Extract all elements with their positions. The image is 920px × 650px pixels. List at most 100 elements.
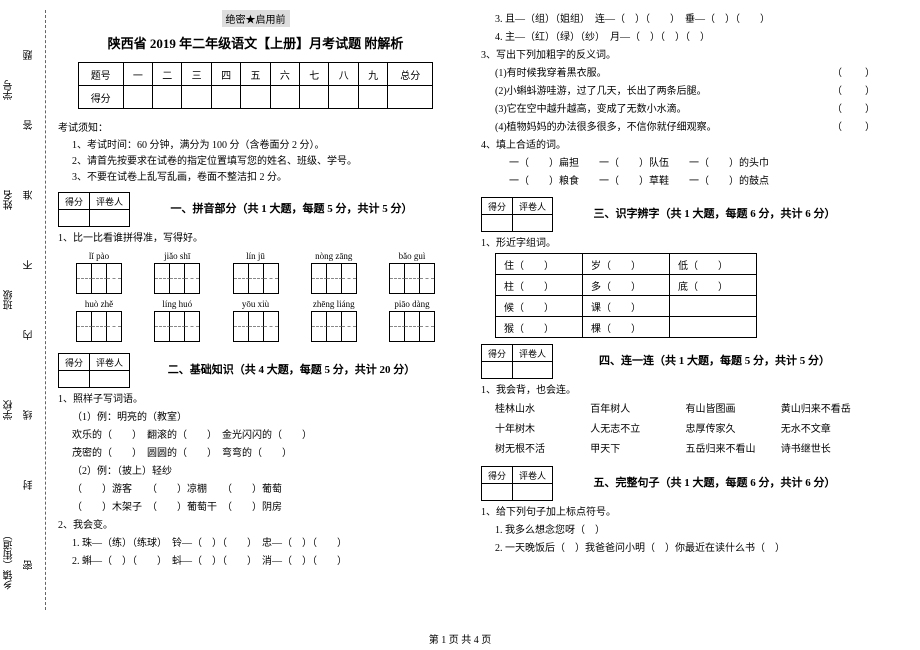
tian-grid xyxy=(233,311,279,342)
pinyin: nòng zāng xyxy=(315,251,352,261)
score-table: 题号 一 二 三 四 五 六 七 八 九 总分 得分 xyxy=(78,62,434,109)
pinyin: lín jū xyxy=(246,251,265,261)
score-label: 得分 xyxy=(59,354,90,371)
match-item: 桂林山水 xyxy=(495,400,590,420)
fill-line: 2. 一天晚饭后（ ）我爸爸问小明（ ）你最近在读什么书（ ） xyxy=(481,540,876,557)
pinyin-row: huò zhě líng huó yōu xiù zhēng liáng piā… xyxy=(76,299,435,343)
question-stem: 3、写出下列加粗字的反义词。 xyxy=(481,47,876,64)
example-line: （2）例：（披上）轻纱 xyxy=(58,463,453,480)
seal-char: 答 xyxy=(22,120,37,130)
fill-line: 欢乐的（ ） 翻滚的（ ） 金光闪闪的（ ） xyxy=(58,427,453,444)
marker-label: 评卷人 xyxy=(90,193,130,210)
score-label: 得分 xyxy=(482,467,513,484)
tian-grid xyxy=(76,311,122,342)
sentence-text: (1)有时候我穿着黑衣服。 xyxy=(495,68,607,79)
example-line: （1）例：明亮的（教室） xyxy=(58,409,453,426)
sentence-line: (2)小蝌蚪游哇游，过了几天，长出了两条后腿。 （ ） xyxy=(481,83,876,100)
pinyin: huò zhě xyxy=(85,299,113,309)
sentence-line: (4)植物妈妈的办法很多很多，不信你就仔细观察。（ ） xyxy=(481,119,876,136)
tian-grid xyxy=(154,263,200,294)
fill-line: 3. 且—（组）（姐组） 连—（ ）（ ） 垂—（ ）（ ） xyxy=(481,11,876,28)
sentence-text: (2)小蝌蚪游哇游，过了几天，长出了两条后腿。 xyxy=(495,86,707,97)
side-label-name: 姓名 xyxy=(2,190,17,210)
match-item: 人无志不立 xyxy=(590,420,685,440)
zi-cell: 柱（ ） xyxy=(496,275,583,296)
match-item: 黄山归来不看岳 xyxy=(781,400,876,420)
part2-title: 二、基础知识（共 4 大题，每题 5 分，共计 20 分） xyxy=(130,361,453,377)
blank-paren: （ ） xyxy=(832,83,876,100)
match-item: 有山皆图画 xyxy=(686,400,781,420)
score-head: 题号 xyxy=(78,63,123,86)
zi-cell xyxy=(670,296,757,317)
score-head: 九 xyxy=(358,63,387,86)
marker-label: 评卷人 xyxy=(513,198,553,215)
marker-box: 得分评卷人 xyxy=(58,353,130,388)
fill-line: 一（ ）扁担 一（ ）队伍 一（ ）的头巾 xyxy=(481,155,876,172)
score-head: 六 xyxy=(270,63,299,86)
part1-title: 一、拼音部分（共 1 大题，每题 5 分，共计 5 分） xyxy=(130,200,453,216)
match-item: 五岳归来不看山 xyxy=(686,440,781,460)
notice-line: 3、不要在试卷上乱写乱画，卷面不整洁扣 2 分。 xyxy=(72,170,453,186)
part4-title: 四、连一连（共 1 大题，每题 5 分，共计 5 分） xyxy=(553,352,876,368)
seal-char: 准 xyxy=(22,190,37,200)
left-column: 绝密★启用前 陕西省 2019 年二年级语文【上册】月考试题 附解析 题号 一 … xyxy=(30,10,467,625)
right-column: 3. 且—（组）（姐组） 连—（ ）（ ） 垂—（ ）（ ） 4. 主—（红）（… xyxy=(467,10,890,625)
sentence-line: (1)有时候我穿着黑衣服。 （ ） xyxy=(481,65,876,82)
seal-char: 不 xyxy=(22,260,37,270)
question-stem: 1、形近字组词。 xyxy=(481,235,876,252)
sentence-line: (3)它在空中越升越高，变成了无数小水滴。（ ） xyxy=(481,101,876,118)
match-item: 十年树木 xyxy=(495,420,590,440)
zi-cell: 课（ ） xyxy=(583,296,670,317)
marker-box: 得分评卷人 xyxy=(481,197,553,232)
seal-char: 内 xyxy=(22,330,37,340)
tian-grid xyxy=(389,263,435,294)
seal-char: 密 xyxy=(22,560,37,570)
zi-cell: 候（ ） xyxy=(496,296,583,317)
zi-cell: 住（ ） xyxy=(496,254,583,275)
score-label: 得分 xyxy=(59,193,90,210)
side-label-id: 学号 xyxy=(2,80,17,100)
score-label: 得分 xyxy=(482,345,513,362)
score-head: 五 xyxy=(241,63,270,86)
fill-line: 1. 珠—（练）（练球） 铃—（ ）（ ） 忠—（ ）（ ） xyxy=(58,535,453,552)
blank-paren: （ ） xyxy=(832,65,876,82)
zi-cell: 岁（ ） xyxy=(583,254,670,275)
notice-line: 2、请首先按要求在试卷的指定位置填写您的姓名、班级、学号。 xyxy=(72,154,453,170)
side-label-school: 学校 xyxy=(2,400,17,420)
question-stem: 1、给下列句子加上标点符号。 xyxy=(481,504,876,521)
zi-cell: 猴（ ） xyxy=(496,317,583,338)
seal-char: 题 xyxy=(22,50,37,60)
zi-cell: 多（ ） xyxy=(583,275,670,296)
fill-line: 1. 我多么想念您呀（ ） xyxy=(481,522,876,539)
pinyin: piāo dàng xyxy=(394,299,429,309)
score-head: 八 xyxy=(329,63,358,86)
match-item: 甲天下 xyxy=(590,440,685,460)
page-footer: 第 1 页 共 4 页 xyxy=(0,631,920,646)
fill-line: 一（ ）粮食 一（ ）草鞋 一（ ）的鼓点 xyxy=(481,173,876,190)
marker-label: 评卷人 xyxy=(513,467,553,484)
match-item: 无水不文章 xyxy=(781,420,876,440)
zi-cell xyxy=(670,317,757,338)
tian-grid xyxy=(154,311,200,342)
zi-cell: 底（ ） xyxy=(670,275,757,296)
match-item: 百年树人 xyxy=(590,400,685,420)
tian-grid xyxy=(389,311,435,342)
match-item: 忠厚传家久 xyxy=(686,420,781,440)
marker-label: 评卷人 xyxy=(90,354,130,371)
part5-title: 五、完整句子（共 1 大题，每题 6 分，共计 6 分） xyxy=(553,474,876,490)
score-head: 四 xyxy=(211,63,240,86)
side-label-township: 乡镇（街道） xyxy=(2,530,17,590)
pinyin: zhēng liáng xyxy=(313,299,355,309)
pinyin: líng huó xyxy=(162,299,192,309)
fill-line: 茂密的（ ） 圆圆的（ ） 弯弯的（ ） xyxy=(58,445,453,462)
exam-title: 陕西省 2019 年二年级语文【上册】月考试题 附解析 xyxy=(58,33,453,52)
fill-line: 2. 蝌—（ ）（ ） 蚪—（ ）（ ） 消—（ ）（ ） xyxy=(58,553,453,570)
question-stem: 1、比一比看谁拼得准，写得好。 xyxy=(58,230,453,247)
seal-char: 封 xyxy=(22,480,37,490)
zi-table: 住（ ）岁（ ）低（ ） 柱（ ）多（ ）底（ ） 候（ ）课（ ） 猴（ ）棵… xyxy=(495,253,757,338)
zi-cell: 低（ ） xyxy=(670,254,757,275)
question-stem: 2、我会变。 xyxy=(58,517,453,534)
cut-line xyxy=(45,10,46,610)
seal-char: 线 xyxy=(22,410,37,420)
score-head: 二 xyxy=(153,63,182,86)
